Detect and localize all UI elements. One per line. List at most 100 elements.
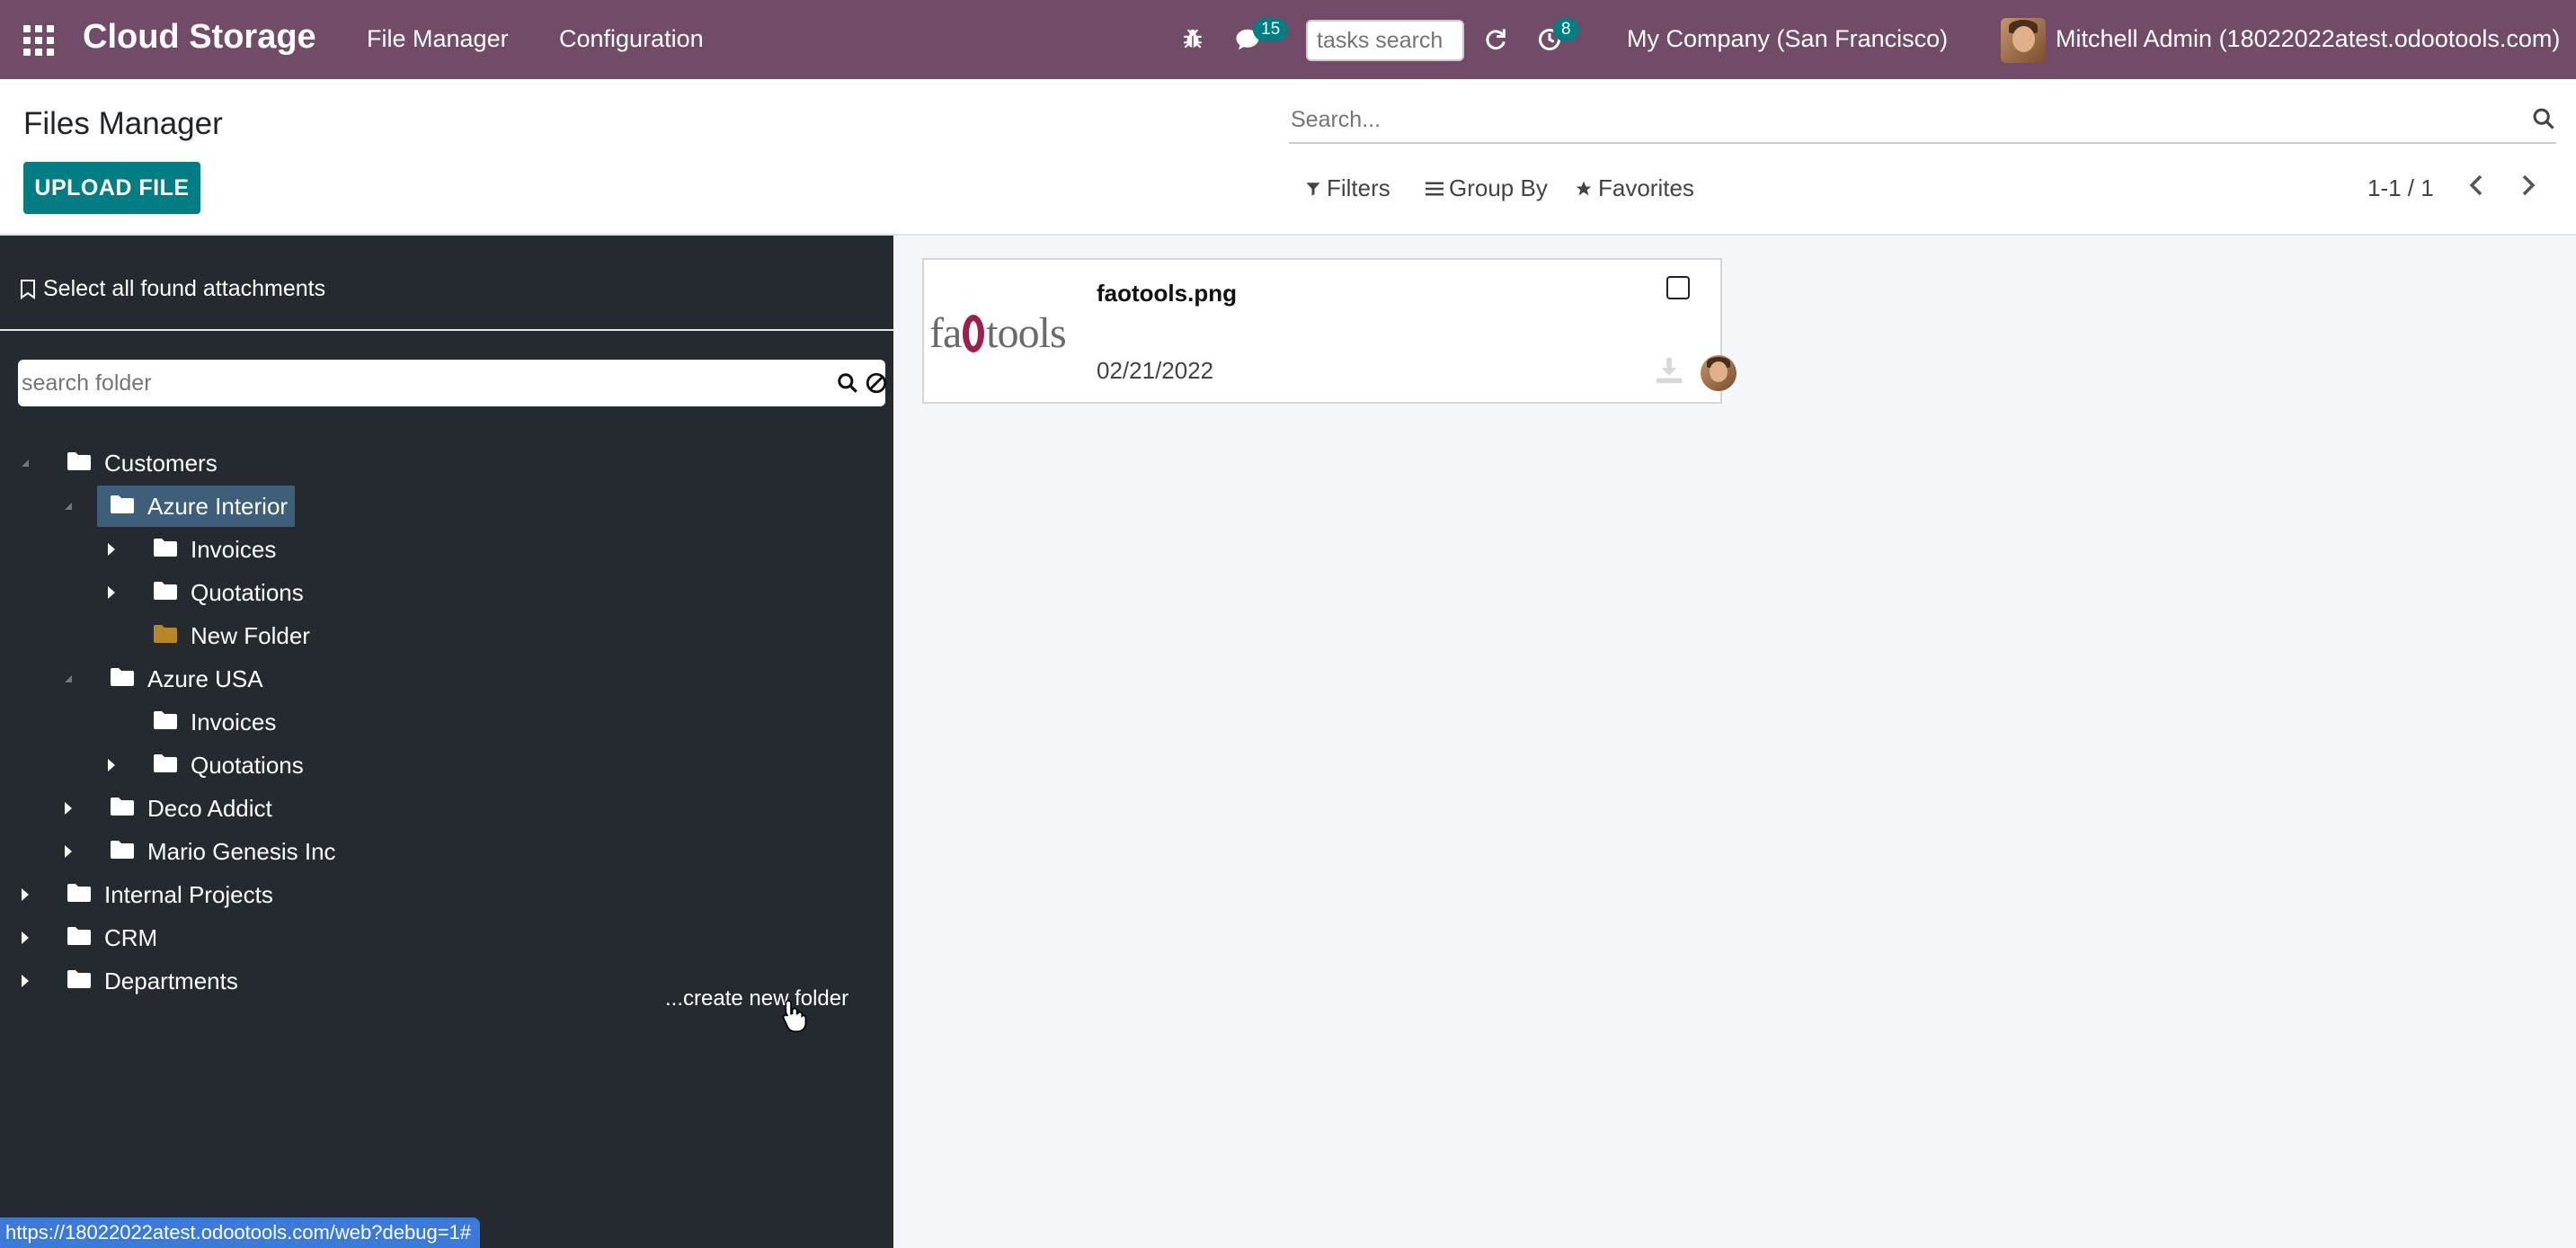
upload-file-button[interactable]: UPLOAD FILE: [23, 162, 200, 214]
top-navbar: Cloud Storage File Manager Configuration…: [0, 0, 2576, 79]
folder-label: Quotations: [191, 751, 304, 779]
attachment-thumbnail[interactable]: fa tools: [929, 308, 1067, 358]
folder-node[interactable]: Azure Interior: [97, 486, 296, 527]
folder-icon: [110, 665, 135, 693]
folder-label: Mario Genesis Inc: [147, 837, 336, 865]
folder-label: Departments: [104, 967, 238, 994]
folder-node[interactable]: Quotations: [140, 572, 304, 613]
thumbnail-text-prefix: fa: [929, 309, 962, 357]
hand-pointer-cursor-icon: [780, 998, 807, 1037]
folder-label: Invoices: [191, 708, 277, 735]
status-bar-url: https://18022022atest.odootools.com/web?…: [0, 1217, 481, 1248]
folder-node[interactable]: Mario Genesis Inc: [97, 831, 336, 872]
apps-menu-icon[interactable]: [23, 25, 54, 56]
folder-label: CRM: [104, 923, 158, 951]
caret-right-icon[interactable]: [60, 800, 76, 816]
folder-search-input[interactable]: [22, 369, 813, 397]
control-panel: Files Manager UPLOAD FILE Filters Group …: [0, 79, 2576, 236]
folder-label: Internal Projects: [104, 880, 273, 908]
caret-right-icon[interactable]: [17, 887, 33, 903]
search-icon[interactable]: [836, 371, 859, 399]
caret-right-icon[interactable]: [17, 973, 33, 989]
filters-button[interactable]: Filters: [1305, 174, 1390, 202]
select-all-label: Select all found attachments: [43, 276, 326, 301]
menu-file-manager[interactable]: File Manager: [367, 25, 509, 53]
folder-icon: [110, 493, 135, 521]
folder-node[interactable]: Quotations: [140, 744, 304, 786]
folder-icon: [153, 579, 178, 607]
sidebar-divider: [0, 329, 893, 331]
user-menu[interactable]: Mitchell Admin (18022022atest.odootools.…: [2056, 25, 2560, 53]
caret-right-icon[interactable]: [103, 541, 120, 557]
favorites-button[interactable]: Favorites: [1575, 174, 1694, 202]
caret-open-icon[interactable]: [60, 671, 76, 687]
list-icon: [1426, 182, 1443, 195]
attachment-name[interactable]: faotools.png: [1097, 280, 1237, 308]
pager-next-icon[interactable]: [2517, 173, 2538, 202]
attachments-kanban: fa tools faotools.png 02/21/2022: [893, 236, 2576, 1248]
folder-label: Customers: [104, 449, 218, 477]
folder-node[interactable]: Invoices: [140, 529, 276, 570]
app-title[interactable]: Cloud Storage: [83, 18, 316, 57]
owner-avatar[interactable]: [1701, 355, 1737, 391]
group-by-button[interactable]: Group By: [1426, 174, 1548, 202]
search-input[interactable]: [1291, 104, 2495, 135]
group-by-label: Group By: [1449, 174, 1548, 201]
tasks-search-input[interactable]: [1306, 20, 1464, 61]
star-icon: [1576, 181, 1592, 195]
download-icon[interactable]: [1654, 355, 1684, 390]
page-title: Files Manager: [23, 106, 223, 141]
caret-open-icon[interactable]: [60, 498, 76, 514]
folder-node[interactable]: Customers: [54, 442, 218, 484]
filter-icon: [1306, 182, 1320, 195]
search-bar: [1289, 95, 2556, 144]
folder-icon: [67, 924, 92, 952]
folder-node[interactable]: Invoices: [140, 701, 276, 743]
folder-label: Quotations: [191, 578, 304, 606]
favorites-label: Favorites: [1598, 174, 1694, 201]
caret-right-icon[interactable]: [103, 584, 120, 601]
folder-icon: [110, 795, 135, 823]
activities-count-badge: 8: [1553, 18, 1579, 41]
folder-node[interactable]: Internal Projects: [54, 874, 273, 915]
caret-right-icon[interactable]: [17, 930, 33, 946]
select-all-attachments[interactable]: Select all found attachments: [20, 276, 325, 302]
folder-label: Azure Interior: [147, 492, 289, 520]
debug-bug-icon[interactable]: [1177, 23, 1208, 54]
folder-label: New Folder: [191, 621, 310, 649]
bookmark-icon: [21, 279, 35, 299]
user-avatar[interactable]: [2001, 18, 2046, 63]
caret-right-icon[interactable]: [60, 843, 76, 860]
folder-node[interactable]: CRM: [54, 917, 157, 958]
thumbnail-text-suffix: tools: [986, 309, 1066, 357]
search-icon[interactable]: [2531, 106, 2556, 136]
folder-sidebar: Select all found attachments Customers Az…: [0, 236, 893, 1248]
pager-value[interactable]: 1-1 / 1: [2367, 174, 2434, 202]
attachment-select-checkbox[interactable]: [1666, 276, 1690, 299]
folder-node[interactable]: New Folder: [140, 615, 310, 656]
folder-node[interactable]: Azure USA: [97, 658, 263, 700]
folder-icon: [153, 622, 178, 650]
clear-ban-icon[interactable]: [865, 371, 888, 399]
attachment-date: 02/21/2022: [1097, 357, 1214, 384]
filters-label: Filters: [1327, 174, 1390, 201]
caret-open-icon[interactable]: [17, 455, 33, 471]
company-switcher[interactable]: My Company (San Francisco): [1627, 25, 1948, 53]
folder-node[interactable]: Deco Addict: [97, 788, 272, 829]
folder-icon: [153, 752, 178, 780]
create-new-folder-link[interactable]: ...create new folder: [665, 986, 848, 1012]
folder-icon: [67, 967, 92, 995]
folder-node[interactable]: Departments: [54, 960, 238, 1002]
folder-label: Azure USA: [147, 664, 263, 692]
folder-icon: [67, 450, 92, 477]
folder-icon: [153, 536, 178, 564]
folder-icon: [67, 881, 92, 909]
caret-right-icon[interactable]: [103, 757, 120, 773]
folder-label: Invoices: [191, 535, 277, 563]
pager-previous-icon[interactable]: [2466, 173, 2488, 202]
menu-configuration[interactable]: Configuration: [559, 25, 704, 53]
attachment-card[interactable]: fa tools faotools.png 02/21/2022: [922, 258, 1737, 404]
refresh-icon[interactable]: [1479, 23, 1512, 56]
